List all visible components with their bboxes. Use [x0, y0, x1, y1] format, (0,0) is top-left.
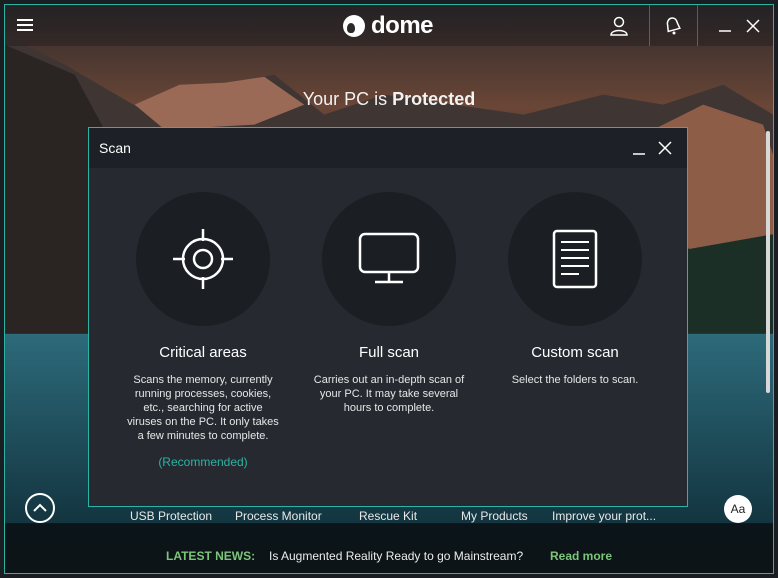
bell-icon: [666, 16, 681, 34]
document-icon: [552, 229, 598, 289]
minimize-icon: [719, 29, 731, 32]
user-icon: [610, 16, 628, 36]
minimize-icon: [633, 153, 645, 155]
full-scan-option[interactable]: Full scan Carries out an in-depth scan o…: [299, 192, 479, 415]
logo-text: dome: [371, 12, 434, 39]
option-circle: [508, 192, 642, 326]
nav-rescue-kit[interactable]: Rescue Kit: [359, 509, 417, 523]
critical-areas-option[interactable]: Critical areas Scans the memory, current…: [113, 192, 293, 469]
app-window: dome Your PC is Protected Scan Critical …: [4, 4, 774, 574]
dialog-minimize-button[interactable]: [629, 138, 649, 158]
option-description: Scans the memory, currently running proc…: [127, 374, 279, 442]
option-title: Custom scan: [531, 344, 619, 361]
scroll-up-button[interactable]: [25, 493, 55, 523]
option-description: Carries out an in-depth scan of your PC.…: [313, 374, 465, 414]
option-description: Select the folders to scan.: [511, 374, 639, 386]
close-button[interactable]: [739, 5, 767, 46]
protection-status: Your PC is Protected: [5, 89, 773, 110]
option-circle: [322, 192, 456, 326]
custom-scan-option[interactable]: Custom scan Select the folders to scan.: [485, 192, 665, 387]
nav-usb-protection[interactable]: USB Protection: [130, 509, 212, 523]
recommended-label: (Recommended): [158, 455, 248, 469]
account-button[interactable]: [601, 5, 637, 46]
close-icon: [746, 18, 760, 33]
nav-process-monitor[interactable]: Process Monitor: [235, 509, 322, 523]
dialog-close-button[interactable]: [655, 138, 675, 158]
app-logo: dome: [343, 12, 434, 39]
monitor-icon: [358, 232, 420, 284]
nav-improve-protection[interactable]: Improve your prot...: [552, 509, 656, 523]
crosshair-icon: [173, 229, 233, 289]
option-circle: [136, 192, 270, 326]
divider: [649, 5, 650, 46]
status-state: Protected: [392, 89, 476, 109]
close-icon: [658, 141, 672, 155]
notifications-button[interactable]: [653, 5, 693, 46]
read-more-link[interactable]: Read more: [550, 549, 612, 563]
chevron-up-icon: [33, 503, 47, 512]
scrollbar[interactable]: [766, 131, 770, 393]
news-label: LATEST NEWS:: [166, 549, 256, 563]
divider: [697, 5, 698, 46]
hamburger-menu-icon[interactable]: [17, 19, 33, 31]
nav-my-products[interactable]: My Products: [461, 509, 528, 523]
panda-logo-icon: [343, 15, 365, 37]
top-bar: dome: [5, 5, 773, 46]
dialog-header: Scan: [89, 128, 687, 168]
font-size-button[interactable]: Aa: [724, 495, 752, 523]
dialog-title: Scan: [99, 140, 131, 156]
news-bar: LATEST NEWS: Is Augmented Reality Ready …: [5, 539, 773, 573]
scan-dialog: Scan Critical areas Scans the memory, cu…: [88, 127, 688, 507]
option-title: Full scan: [358, 344, 420, 361]
news-headline[interactable]: Is Augmented Reality Ready to go Mainstr…: [269, 549, 523, 563]
status-prefix: Your PC is: [302, 89, 388, 109]
option-title: Critical areas: [159, 344, 247, 361]
minimize-button[interactable]: [711, 5, 739, 46]
